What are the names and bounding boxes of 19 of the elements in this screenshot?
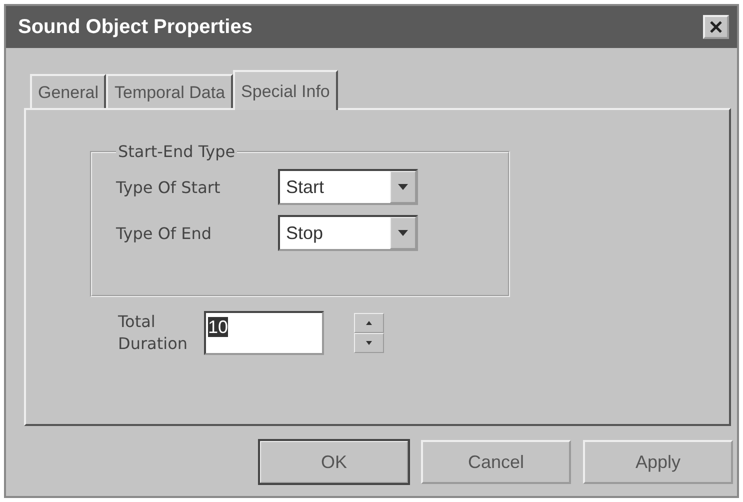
dropdown[interactable]: Start	[278, 169, 418, 205]
spin-buttons[interactable]	[354, 313, 384, 353]
down-arrow-icon	[366, 341, 372, 345]
window-title: Sound Object Properties	[18, 16, 252, 38]
dropdown[interactable]: Stop	[278, 215, 418, 251]
dialog-button[interactable]: Apply	[583, 440, 733, 484]
group-title: Start-End Type	[117, 142, 236, 161]
up-arrow-icon	[366, 321, 372, 325]
tab[interactable]: General	[30, 74, 106, 108]
dialog-button[interactable]: Cancel	[421, 440, 571, 484]
input-field[interactable]: 10	[204, 311, 324, 355]
tab[interactable]: Special Info	[233, 70, 338, 110]
tab[interactable]: Temporal Data	[106, 74, 234, 108]
field-label: Type Of Start	[116, 178, 222, 196]
close-button[interactable]	[703, 15, 729, 39]
field-label: Type Of End	[116, 224, 213, 242]
dialog-button[interactable]: OK	[259, 440, 409, 484]
field-label: Total Duration	[118, 311, 184, 355]
close-icon	[707, 19, 725, 35]
